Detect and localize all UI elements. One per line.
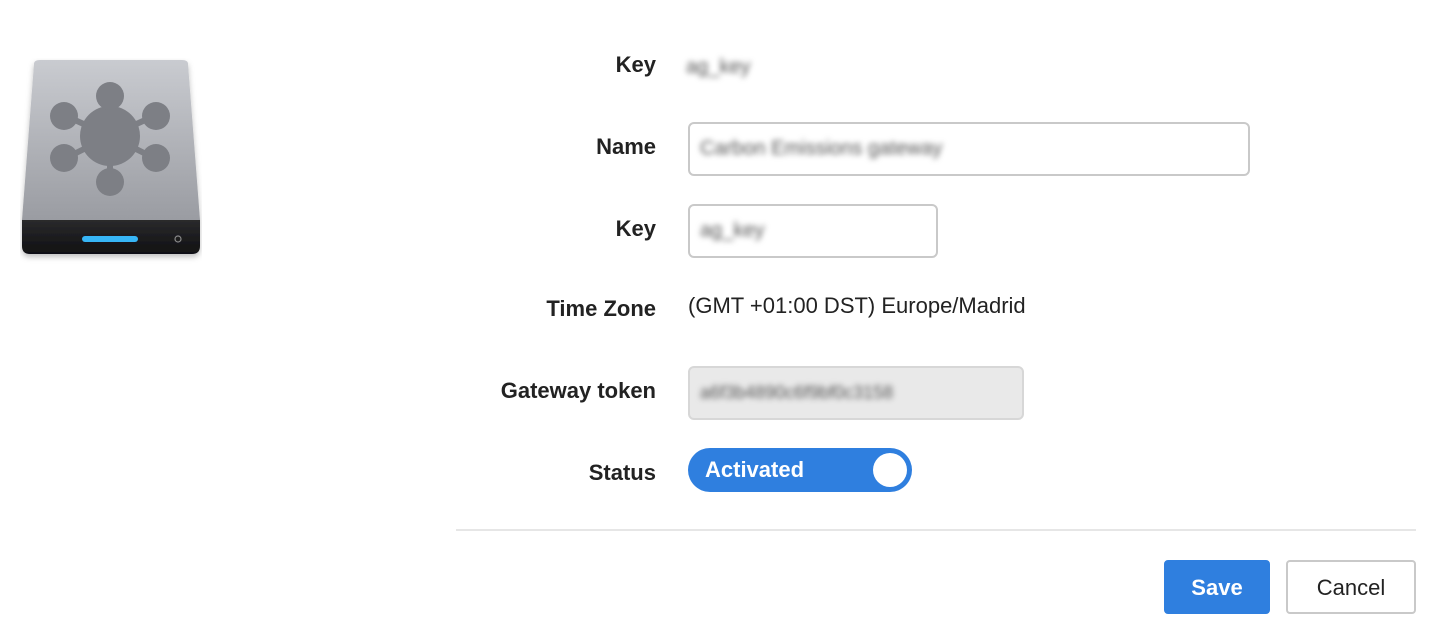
key-input-value: ag_key	[700, 219, 765, 242]
key-display-value: ag_key	[686, 56, 751, 78]
status-light	[82, 236, 138, 242]
name-input-value: Carbon Emissions gateway	[700, 137, 943, 160]
gateway-token-label: Gateway token	[500, 378, 656, 403]
key-label: Key	[615, 216, 656, 241]
key-display-label: Key	[615, 52, 656, 77]
key-input[interactable]: ag_key	[688, 204, 938, 258]
status-toggle[interactable]: Activated	[688, 448, 912, 492]
divider	[456, 529, 1416, 531]
gateway-settings-page: Key ag_key Name Carbon Emissions gateway…	[0, 0, 1430, 628]
gateway-hub-icon	[22, 60, 200, 254]
status-toggle-knob	[873, 453, 907, 487]
cancel-button[interactable]: Cancel	[1286, 560, 1416, 614]
save-button[interactable]: Save	[1164, 560, 1270, 614]
status-label: Status	[588, 460, 656, 485]
name-input[interactable]: Carbon Emissions gateway	[688, 122, 1250, 176]
time-zone-label: Time Zone	[546, 296, 656, 321]
time-zone-value: (GMT +01:00 DST) Europe/Madrid	[688, 293, 1026, 318]
gateway-token-value: a6f3b4890c6f9bf0c3158	[700, 382, 894, 403]
name-label: Name	[596, 134, 656, 159]
gateway-token-field[interactable]: a6f3b4890c6f9bf0c3158	[688, 366, 1024, 420]
status-toggle-label: Activated	[705, 457, 805, 482]
gateway-device-icon	[20, 58, 202, 268]
